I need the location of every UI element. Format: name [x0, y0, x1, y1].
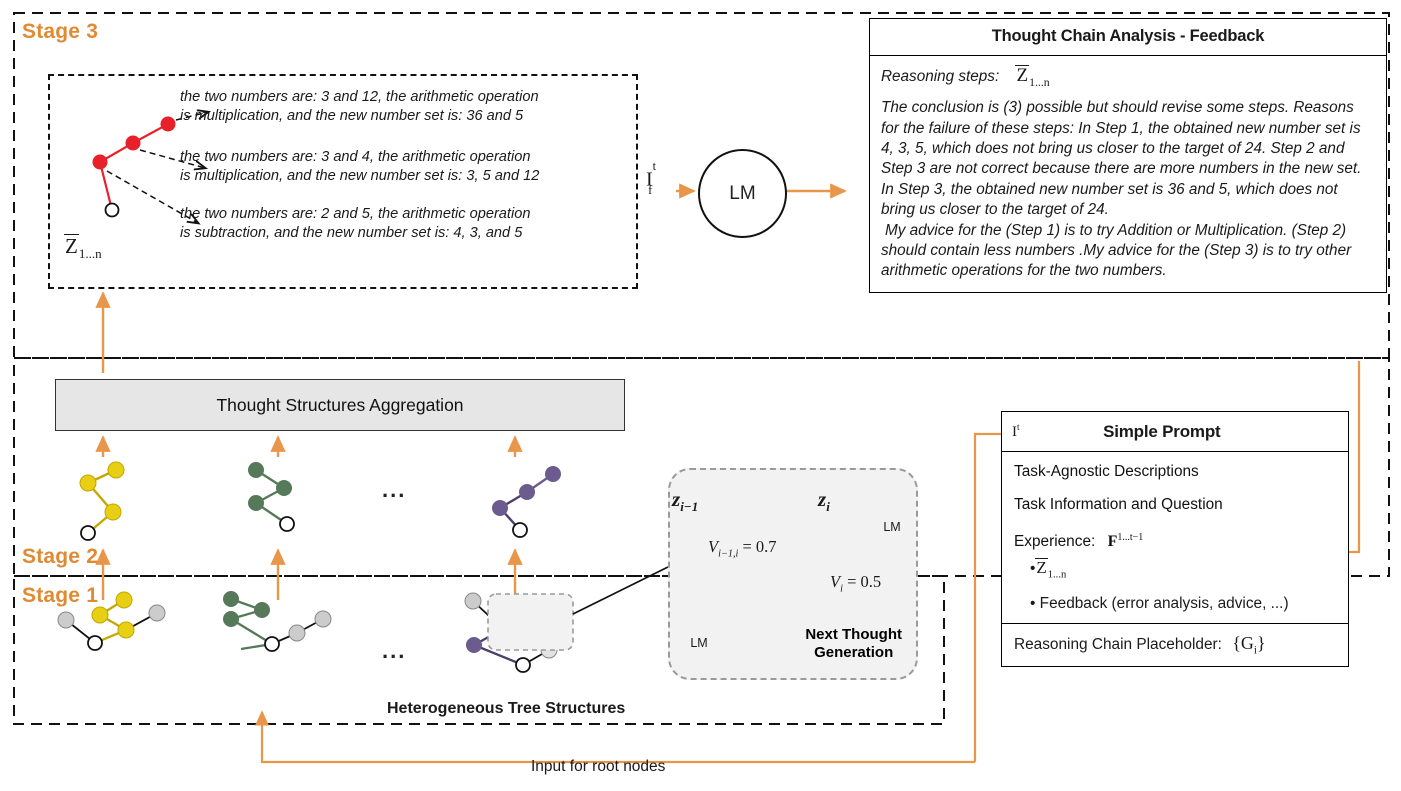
stage2-tree-purple: [492, 466, 561, 538]
simple-prompt-body: Task-Agnostic Descriptions Task Informat…: [1002, 452, 1348, 624]
ntg-node-cur-label: zi: [818, 487, 830, 515]
z-overline-symbol: Z: [64, 234, 79, 258]
node-value-symbol: V: [830, 572, 841, 591]
language-model-node[interactable]: LM: [698, 149, 787, 238]
branch-1-text: the two numbers are: 3 and 12, the arith…: [180, 88, 539, 126]
arrow-prompt-to-stage3-lm: [973, 432, 1001, 762]
feedback-reasoning-steps-symbol: Z1...n: [1015, 65, 1050, 89]
prompt-row-task-info: Task Information and Question: [1014, 496, 1223, 513]
feedback-panel-body: Reasoning steps: Z1...n The conclusion i…: [870, 56, 1386, 292]
feedback-z-symbol: Z: [1015, 65, 1030, 86]
heterogeneous-tree-structures-label: Heterogeneous Tree Structures: [387, 700, 626, 717]
edge-value-symbol: V: [708, 537, 719, 556]
stage2-tree-yellow: [79, 461, 125, 541]
branch-3-line-1: the two numbers are: 2 and 5, the arithm…: [180, 206, 531, 222]
prompt-row-experience: Experience: F1...t−1: [1014, 528, 1336, 552]
input-for-root-nodes-label: Input for root nodes: [531, 758, 666, 775]
lm-input-superscript: t: [652, 159, 657, 173]
lm-input-subscript: f: [648, 182, 653, 197]
stage1-tree-purple: [464, 592, 558, 673]
arrows-stage1-to-stage2: [95, 548, 523, 600]
prompt-bullet-z-subscript: 1...n: [1047, 569, 1067, 581]
prompt-row-task-agnostic: Task-Agnostic Descriptions: [1014, 463, 1199, 480]
stage-1-label: Stage 1: [22, 584, 99, 607]
stage-2-label: Stage 2: [22, 545, 99, 568]
stage1-highlight-selection: [487, 566, 669, 651]
feedback-z-subscript: 1...n: [1029, 75, 1050, 89]
prompt-bullet-z-symbol: Z: [1035, 558, 1048, 578]
node-value-number: 0.5: [860, 572, 882, 591]
arrows-stage2-to-aggregation: [95, 435, 523, 457]
simple-prompt-panel: It Simple Prompt Task-Agnostic Descripti…: [1001, 411, 1349, 668]
prompt-experience-superscript: 1...t−1: [1117, 532, 1144, 543]
prompt-footer-brace-close: }: [1256, 632, 1266, 653]
prompt-footer-g: {G: [1232, 632, 1254, 653]
branch-2-text: the two numbers are: 3 and 4, the arithm…: [180, 148, 539, 186]
simple-prompt-footer: Reasoning Chain Placeholder: {Gi}: [1002, 624, 1348, 667]
stage1-tree-green: [223, 591, 332, 652]
next-thought-generation-title: Next Thought Generation: [805, 626, 902, 662]
reasoning-steps-symbol: Z1...n: [64, 234, 102, 262]
edge-value-equals: =: [738, 537, 756, 556]
simple-prompt-header: It Simple Prompt: [1002, 412, 1348, 452]
branch-3-text: the two numbers are: 2 and 5, the arithm…: [180, 205, 530, 243]
lm-input-symbol: Itf: [646, 160, 660, 196]
z-cur-symbol: z: [818, 487, 827, 511]
prompt-bullet-feedback: • Feedback (error analysis, advice, ...): [1030, 594, 1336, 614]
branch-2-line-1: the two numbers are: 3 and 4, the arithm…: [180, 149, 531, 165]
edge-value-subscript: i−1,i: [718, 548, 739, 560]
feedback-reasoning-steps-row: Reasoning steps: Z1...n: [881, 65, 1375, 93]
stage1-ellipsis: ...: [382, 638, 407, 663]
z-subscript: 1...n: [78, 246, 102, 262]
ntg-lm-right-label: LM: [883, 520, 901, 534]
branch-3-line-2: is subtraction, and the new number set i…: [180, 225, 523, 241]
prompt-footer-label: Reasoning Chain Placeholder:: [1014, 635, 1222, 653]
stage2-tree-green: [248, 462, 295, 532]
prompt-experience-label: Experience:: [1014, 533, 1096, 551]
feedback-reasoning-steps-label: Reasoning steps:: [881, 68, 1000, 85]
stage-3-label: Stage 3: [22, 20, 99, 43]
feedback-panel: Thought Chain Analysis - Feedback Reason…: [869, 18, 1387, 293]
branch-1-line-2: is multiplication, and the new number se…: [180, 108, 524, 124]
feedback-panel-title: Thought Chain Analysis - Feedback: [870, 19, 1386, 56]
feedback-paragraph-2: My advice for the (Step 1) is to try Add…: [881, 221, 1352, 280]
prompt-bullet-z: •Z1...n: [1030, 558, 1336, 585]
arrow-input-root-nodes: [254, 710, 975, 764]
stage2-ellipsis: ...: [382, 477, 407, 502]
edge-value-number: 0.7: [755, 537, 777, 556]
ntg-node-value: Vi = 0.5: [830, 572, 881, 594]
aggregation-bar-label: Thought Structures Aggregation: [216, 394, 464, 415]
z-prev-symbol: z: [672, 487, 681, 511]
prompt-experience-symbol: F: [1107, 533, 1118, 551]
lm-node-label: LM: [729, 182, 756, 204]
ntg-lm-bottom-label: LM: [690, 636, 708, 650]
prompt-input-symbol: It: [1012, 423, 1020, 441]
ntg-edge-value: Vi−1,i = 0.7: [708, 537, 777, 559]
bullet-dot-2: •: [1030, 594, 1040, 612]
ntg-node-prev-label: zi−1: [672, 487, 698, 515]
z-cur-subscript: i: [826, 499, 830, 515]
z-prev-subscript: i−1: [680, 499, 699, 515]
prompt-bullet-feedback-text: Feedback (error analysis, advice, ...): [1039, 594, 1289, 612]
node-value-equals: =: [842, 572, 861, 591]
prompt-footer-symbol: {Gi}: [1232, 632, 1266, 657]
ntg-title-line-1: Next Thought: [805, 626, 902, 643]
ntg-title-line-2: Generation: [814, 644, 894, 661]
thought-structures-aggregation-bar[interactable]: Thought Structures Aggregation: [55, 379, 625, 431]
branch-1-line-1: the two numbers are: 3 and 12, the arith…: [180, 89, 539, 105]
simple-prompt-title: Simple Prompt: [1103, 421, 1221, 441]
branch-2-line-2: is multiplication, and the new number se…: [180, 168, 540, 184]
feedback-paragraph-1: The conclusion is (3) possible but shoul…: [881, 99, 1362, 219]
